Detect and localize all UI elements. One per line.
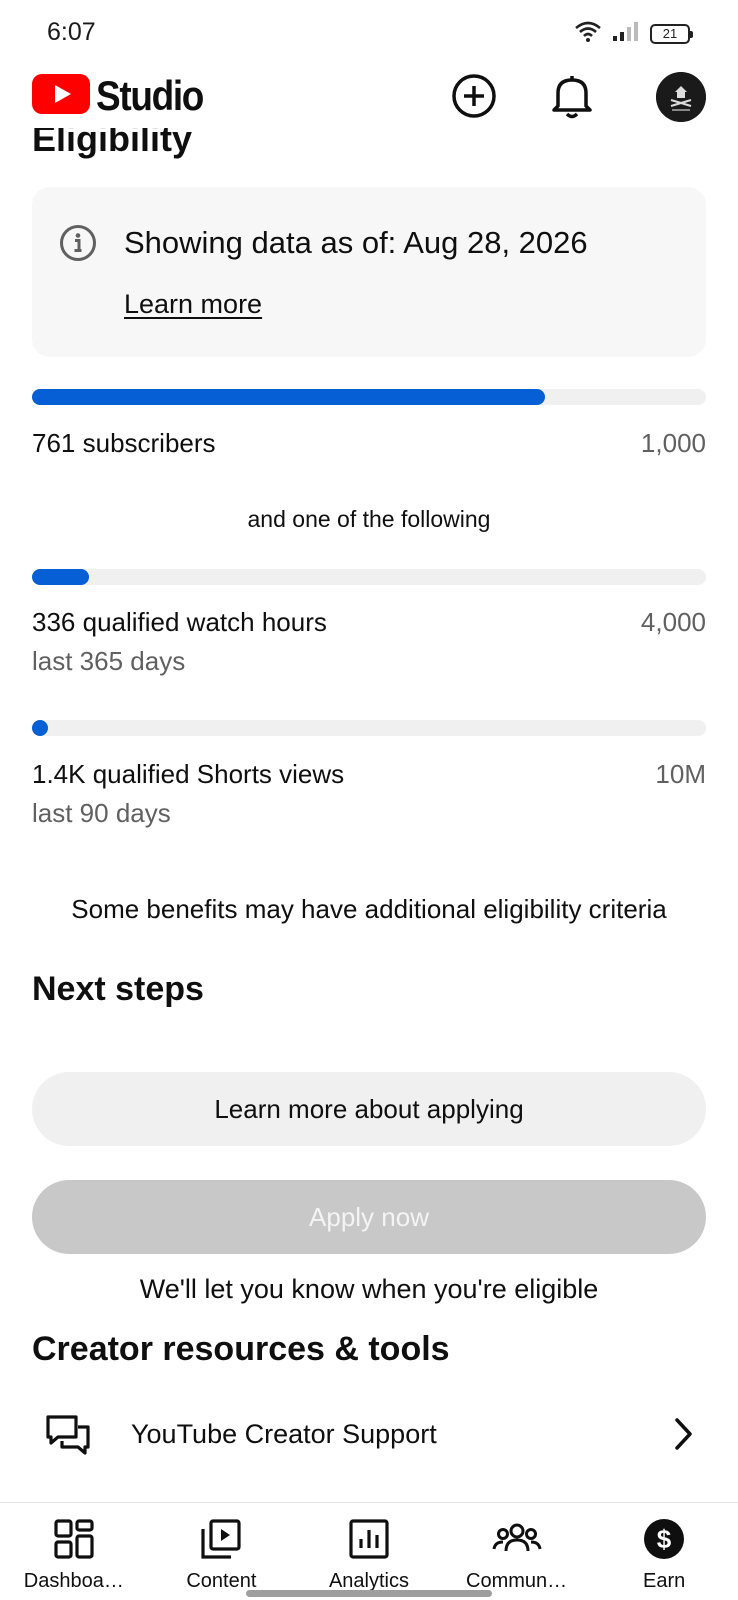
data-date-card: Showing data as of: Aug 28, 2026 Learn m… [32,187,706,357]
nav-dashboard-label: Dashboa… [23,1570,124,1592]
content-icon [199,1517,243,1566]
creator-resources-heading: Creator resources & tools [32,1330,450,1368]
channel-logo-icon [656,72,706,122]
status-icons: 21 [574,20,693,47]
nav-community[interactable]: Commun… [443,1503,591,1600]
data-date-text: Showing data as of: Aug 28, 2026 [124,225,588,260]
requirements-connector: and one of the following [247,506,491,532]
bell-icon [550,72,594,125]
watch-hours-target: 4,000 [640,607,706,637]
shorts-views-period: last 90 days [32,798,171,828]
watch-hours-progress-fill [32,569,89,585]
dashboard-icon [52,1517,96,1566]
youtube-studio-logo[interactable]: Studio [32,72,218,120]
home-indicator [246,1590,492,1597]
eligibility-heading: Eligibility [32,128,193,159]
battery-icon: 21 [650,23,693,44]
signal-icon [612,20,640,47]
nav-dashboard[interactable]: Dashboa… [0,1503,148,1600]
youtube-play-icon [32,73,90,119]
shorts-views-target: 10M [655,759,706,789]
shorts-views-count: 1.4K qualified Shorts views [32,759,345,789]
nav-content-label: Content [186,1570,257,1592]
nav-analytics[interactable]: Analytics [295,1503,443,1600]
subscribers-target: 1,000 [640,428,706,458]
info-icon [58,223,98,268]
creator-support-label: YouTube Creator Support [131,1419,437,1449]
learn-more-applying-button[interactable]: Learn more about applying [32,1072,706,1146]
creator-support-row[interactable]: YouTube Creator Support [0,1395,738,1475]
benefits-note: Some benefits may have additional eligib… [71,894,667,924]
shorts-views-progress-fill [32,720,48,736]
analytics-icon [347,1517,391,1566]
subscribers-progress-fill [32,389,545,405]
subscribers-progress-bar [32,389,706,405]
status-bar: 6:07 21 [0,0,738,64]
subscribers-count: 761 subscribers [32,428,216,458]
create-button[interactable] [448,72,500,124]
notifications-button[interactable] [546,72,598,124]
learn-more-link[interactable]: Learn more [124,289,262,320]
chevron-right-icon [672,1415,696,1458]
community-icon [491,1517,543,1566]
watch-hours-count: 336 qualified watch hours [32,607,327,637]
plus-circle-icon [450,72,498,125]
eligibility-notice: We'll let you know when you're eligible [139,1274,599,1304]
watch-hours-period: last 365 days [32,646,186,676]
nav-content[interactable]: Content [148,1503,296,1600]
next-steps-heading: Next steps [32,970,204,1008]
chat-bubbles-icon [44,1411,92,1464]
account-avatar[interactable] [656,72,706,122]
status-time: 6:07 [47,18,96,46]
apply-now-button[interactable]: Apply now [32,1180,706,1254]
app-header: Studio [0,64,738,134]
bottom-navigation: Dashboa… Content Analytics Commun… $ Ear… [0,1502,738,1600]
watch-hours-progress-bar [32,569,706,585]
wifi-icon [574,20,602,47]
app-name: Studio [96,72,204,119]
nav-earn[interactable]: $ Earn [590,1503,738,1600]
shorts-views-progress-bar [32,720,706,736]
dollar-circle-icon: $ [642,1517,686,1566]
nav-earn-label: Earn [643,1570,686,1592]
svg-text:$: $ [657,1524,672,1554]
